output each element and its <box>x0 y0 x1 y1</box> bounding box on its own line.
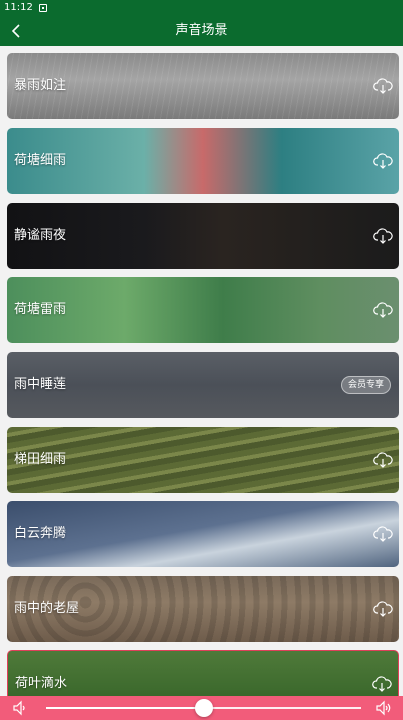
cloud-download-icon[interactable] <box>372 675 392 693</box>
scene-label: 白云奔腾 <box>14 526 67 541</box>
scene-card[interactable]: 荷叶滴水 <box>7 650 399 696</box>
scene-label: 雨中的老屋 <box>14 601 80 616</box>
scene-card[interactable]: 静谧雨夜 <box>7 203 399 269</box>
app-bar: 声音场景 <box>0 16 403 46</box>
scene-card[interactable]: 白云奔腾 <box>7 501 399 567</box>
cloud-download-icon[interactable] <box>373 301 393 319</box>
scene-card[interactable]: 雨中睡莲 会员专享 <box>7 352 399 418</box>
cloud-download-icon[interactable] <box>373 451 393 469</box>
status-time: 11:12 <box>4 2 33 13</box>
scene-label: 荷塘雷雨 <box>14 302 67 317</box>
scene-card[interactable]: 雨中的老屋 <box>7 576 399 642</box>
volume-slider-thumb[interactable] <box>194 699 213 717</box>
cloud-download-icon[interactable] <box>373 227 393 245</box>
vip-badge: 会员专享 <box>340 376 391 394</box>
page-title: 声音场景 <box>175 23 228 38</box>
notification-icon <box>38 4 47 12</box>
cloud-download-icon[interactable] <box>373 77 393 95</box>
status-bar: 11:12 <box>0 0 403 16</box>
scene-card[interactable]: 荷塘细雨 <box>7 128 399 194</box>
volume-low-icon[interactable] <box>12 700 28 716</box>
scene-label: 荷叶滴水 <box>15 676 68 691</box>
scene-card[interactable]: 暴雨如注 <box>7 53 399 119</box>
volume-high-icon[interactable] <box>375 700 393 716</box>
scene-list[interactable]: 暴雨如注 荷塘细雨 静谧雨夜 荷塘雷雨 雨中睡莲 会员专享 梯田细雨 白云奔腾 … <box>0 46 403 696</box>
scene-card[interactable]: 梯田细雨 <box>7 427 399 493</box>
scene-label: 梯田细雨 <box>14 452 67 467</box>
scene-label: 荷塘细雨 <box>14 153 67 168</box>
cloud-download-icon[interactable] <box>373 525 393 543</box>
cloud-download-icon[interactable] <box>373 600 393 618</box>
scene-label: 雨中睡莲 <box>14 377 67 392</box>
scene-label: 静谧雨夜 <box>14 228 67 243</box>
cloud-download-icon[interactable] <box>373 152 393 170</box>
volume-bar <box>0 696 403 720</box>
scene-card[interactable]: 荷塘雷雨 <box>7 277 399 343</box>
scene-label: 暴雨如注 <box>14 78 67 93</box>
volume-fill <box>46 707 204 709</box>
